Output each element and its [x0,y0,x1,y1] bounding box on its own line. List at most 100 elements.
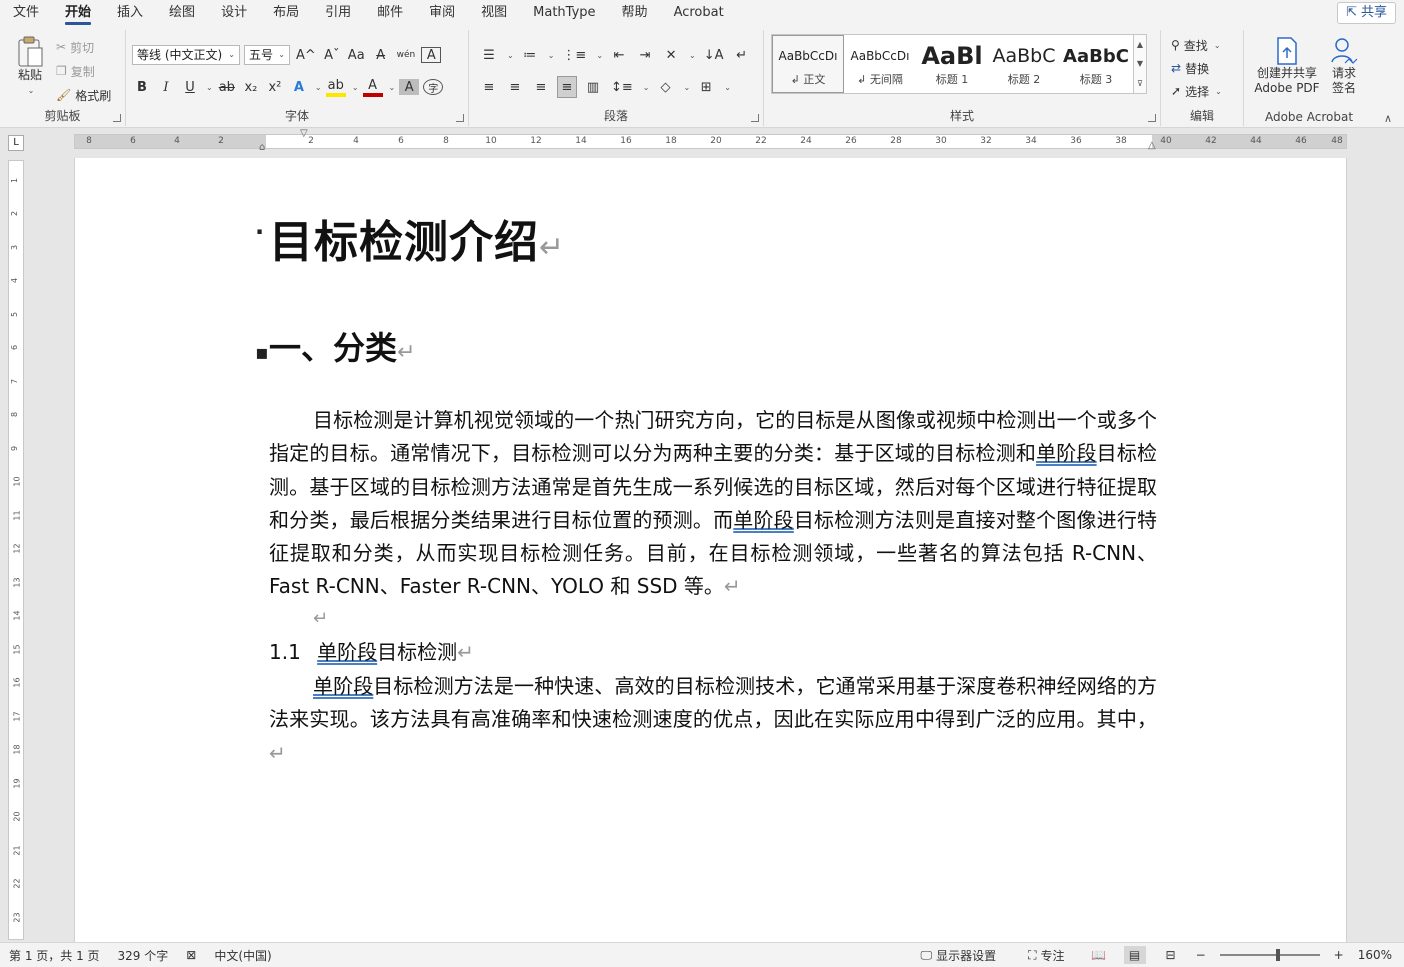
tab-mailings[interactable]: 邮件 [364,0,416,26]
tab-acrobat[interactable]: Acrobat [661,0,737,26]
superscript-button[interactable]: x² [265,76,285,98]
body-paragraph-1[interactable]: 目标检测是计算机视觉领域的一个热门研究方向，它的目标是从图像或视频中检测出一个或… [269,404,1157,604]
character-shading-button[interactable]: A [399,79,420,95]
font-color-button[interactable]: A [362,77,383,97]
cut-button[interactable]: ✂ 剪切 [56,36,94,58]
collapse-ribbon-icon[interactable]: ∧ [1384,112,1392,125]
character-border-button[interactable]: A [421,47,442,63]
subsection-heading[interactable]: 1.1 单阶段目标检测↵ [269,636,1157,669]
dialog-launcher-icon[interactable] [1148,114,1156,122]
chevron-down-icon[interactable]: ⌄ [724,83,731,92]
page-count[interactable]: 第 1 页，共 1 页 [0,947,109,964]
sort-icon[interactable]: ↓A [702,44,726,66]
style-no-spacing[interactable]: AaBbCcDı ↲ 无间隔 [844,35,916,93]
document-page[interactable]: · 目标检测介绍↵ ▪ 一、分类↵ 目标检测是计算机视觉领域的一个热门研究方向，… [74,158,1347,942]
paste-button[interactable]: 粘贴 ⌄ [12,36,48,98]
align-left-icon[interactable]: ≡ [479,76,499,98]
tab-draw[interactable]: 绘图 [156,0,208,26]
tab-help[interactable]: 帮助 [609,0,661,26]
section-heading[interactable]: 一、分类↵ [269,323,1157,369]
tab-file[interactable]: 文件 [0,0,52,26]
tab-review[interactable]: 审阅 [416,0,468,26]
style-normal[interactable]: AaBbCcDı ↲ 正文 [772,35,844,93]
shrink-font-button[interactable]: Aˇ [322,44,342,66]
tab-insert[interactable]: 插入 [104,0,156,26]
chevron-down-icon[interactable]: ⌄ [596,51,603,60]
align-right-icon[interactable]: ≡ [531,76,551,98]
line-spacing-icon[interactable]: ↕≡ [609,76,635,98]
print-layout-icon[interactable]: ▤ [1123,946,1146,964]
font-name-combo[interactable]: 等线 (中文正文) ⌄ [132,45,240,65]
change-case-button[interactable]: Aa [346,44,367,66]
italic-button[interactable]: I [156,76,176,98]
strikethrough-button[interactable]: ab [217,76,237,98]
chevron-down-icon[interactable]: ⌄ [206,83,213,92]
right-indent-marker[interactable]: △ [1148,140,1156,151]
hanging-indent-marker[interactable]: ⌂ [259,142,265,153]
chevron-down-icon[interactable]: ⌄ [548,51,555,60]
replace-button[interactable]: ⇄ 替换 [1171,57,1209,79]
chevron-up-icon[interactable]: ▲ [1137,40,1143,49]
numbering-icon[interactable]: ≔ [520,44,540,66]
expand-gallery-icon[interactable]: ⊽ [1137,79,1143,88]
vertical-ruler[interactable]: 1 2 3 4 5 6 7 8 9 10 11 12 13 14 15 16 1… [8,160,24,940]
focus-button[interactable]: ⛶ 专注 [1019,947,1073,964]
justify-icon[interactable]: ≡ [557,76,577,98]
chevron-down-icon[interactable]: ⌄ [643,83,650,92]
select-button[interactable]: ➚ 选择 ⌄ [1171,80,1222,102]
increase-indent-icon[interactable]: ⇥ [635,44,655,66]
chinese-layout-icon[interactable]: ✕ [661,44,681,66]
enclose-characters-button[interactable]: 字 [423,79,444,95]
zoom-slider[interactable] [1219,949,1320,961]
tab-design[interactable]: 设计 [208,0,260,26]
align-center-icon[interactable]: ≡ [505,76,525,98]
display-settings-button[interactable]: 🖵 显示器设置 [912,947,1006,964]
bold-button[interactable]: B [132,76,152,98]
share-button[interactable]: ⇱ 共享 [1337,2,1396,24]
tab-mathtype[interactable]: MathType [520,0,608,26]
shading-icon[interactable]: ◇ [656,76,676,98]
dialog-launcher-icon[interactable] [751,114,759,122]
request-signature-button[interactable]: 请求 签名 [1324,36,1364,96]
multilevel-list-icon[interactable]: ⋮≡ [560,44,588,66]
show-marks-icon[interactable]: ↵ [732,44,752,66]
format-painter-button[interactable]: 🖌 格式刷 [56,84,111,106]
text-effects-button[interactable]: A [289,76,309,98]
chevron-down-icon[interactable]: ⌄ [689,51,696,60]
word-count[interactable]: 329 个字 [109,947,178,964]
tab-layout[interactable]: 布局 [260,0,312,26]
tab-references[interactable]: 引用 [312,0,364,26]
font-size-combo[interactable]: 五号 ⌄ [244,45,290,65]
create-pdf-button[interactable]: 创建并共享 Adobe PDF [1254,36,1320,96]
phonetic-guide-button[interactable]: wén [395,44,418,66]
chevron-down-icon[interactable]: ⌄ [389,83,396,92]
highlight-button[interactable]: ab [325,77,346,97]
language-indicator[interactable]: 中文(中国) [205,947,280,964]
copy-button[interactable]: ❐ 复制 [56,60,95,82]
clear-format-button[interactable]: A [371,44,391,66]
chevron-down-icon[interactable]: ⌄ [684,83,691,92]
distributed-icon[interactable]: ▥ [583,76,603,98]
chevron-down-icon[interactable]: ⌄ [315,83,322,92]
decrease-indent-icon[interactable]: ⇤ [609,44,629,66]
styles-gallery-scroll[interactable]: ▲ ▼ ⊽ [1133,34,1147,94]
read-mode-icon[interactable]: 📖 [1088,946,1110,964]
borders-icon[interactable]: ⊞ [696,76,716,98]
chevron-down-icon[interactable]: ⌄ [507,51,514,60]
underline-button[interactable]: U [180,76,200,98]
zoom-slider-thumb[interactable] [1275,949,1280,961]
zoom-level[interactable]: 160% [1358,948,1392,962]
document-title[interactable]: 目标检测介绍↵ [269,206,1157,270]
tab-selector[interactable]: L [8,135,24,151]
dialog-launcher-icon[interactable] [113,114,121,122]
dialog-launcher-icon[interactable] [456,114,464,122]
web-layout-icon[interactable]: ⊟ [1160,946,1182,964]
find-button[interactable]: ⚲ 查找 ⌄ [1171,34,1221,56]
tab-view[interactable]: 视图 [468,0,520,26]
zoom-in-button[interactable]: + [1334,948,1344,962]
body-paragraph-2[interactable]: 单阶段目标检测方法是一种快速、高效的目标检测技术，它通常采用基于深度卷积神经网络… [269,670,1157,770]
chevron-down-icon[interactable]: ⌄ [28,83,35,98]
style-heading-1[interactable]: AaBl 标题 1 [916,35,988,93]
chevron-down-icon[interactable]: ▼ [1137,59,1143,68]
bullets-icon[interactable]: ☰ [479,44,499,66]
